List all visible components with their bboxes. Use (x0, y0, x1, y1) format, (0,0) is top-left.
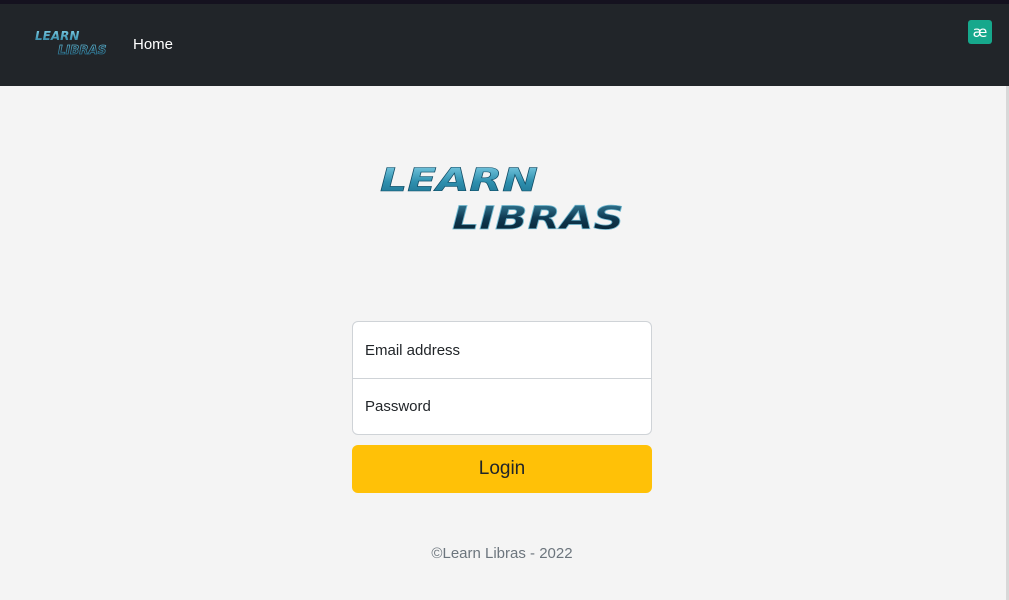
hero-logo-line2: LIBRAS (452, 199, 624, 237)
navbar-brand-logo[interactable]: LEARN LIBRAS (34, 26, 118, 60)
nav-link-home[interactable]: Home (133, 36, 173, 53)
login-form: Email address Password Login (352, 321, 652, 493)
navbar-brand-top-text: LEARN (35, 29, 79, 43)
hero-logo: LEARN LIBRAS (378, 158, 628, 238)
hero-logo-line1: LEARN (380, 161, 538, 199)
password-field[interactable]: Password (353, 378, 651, 434)
ae-ligature-icon[interactable]: æ (968, 20, 992, 44)
email-field[interactable]: Email address (353, 322, 651, 378)
footer-copyright: ©Learn Libras - 2022 (431, 545, 573, 562)
email-field-label: Email address (365, 341, 461, 359)
navbar-brand-bottom-text: LIBRAS (58, 43, 106, 57)
navbar: LEARN LIBRAS Home æ (0, 4, 1009, 86)
login-button[interactable]: Login (352, 445, 652, 493)
password-field-label: Password (365, 398, 431, 415)
credentials-field-group: Email address Password (352, 321, 652, 435)
